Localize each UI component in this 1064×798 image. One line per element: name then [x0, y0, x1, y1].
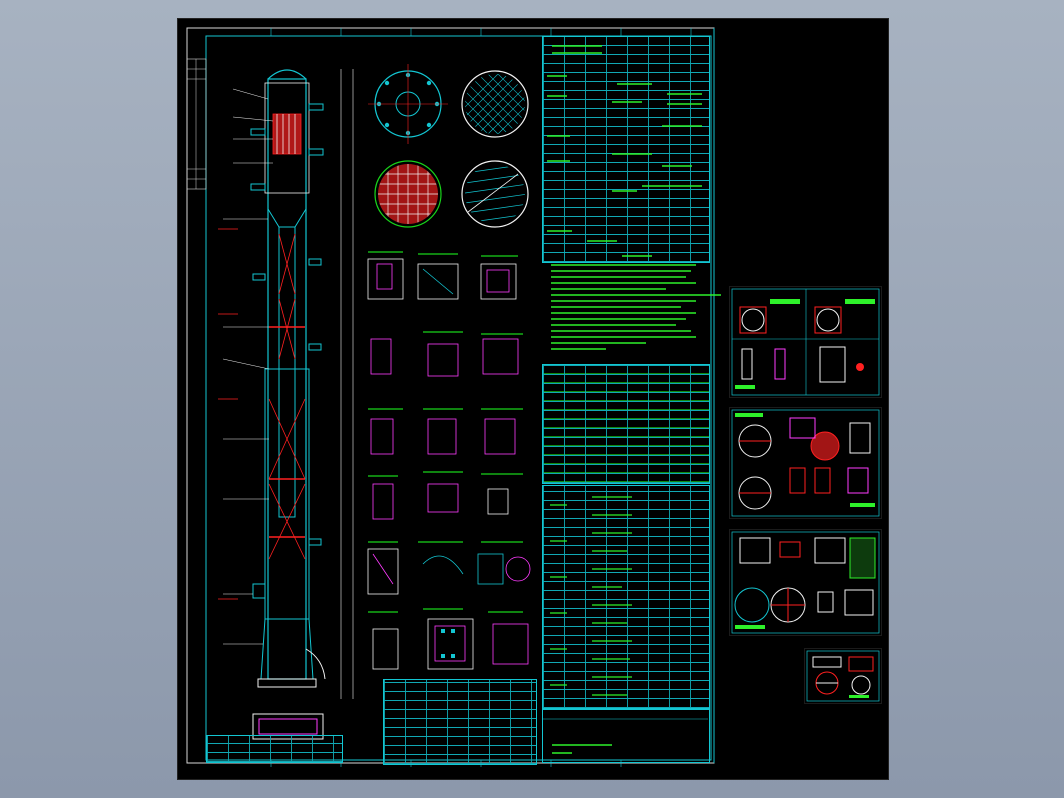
sheet-thumbnail-3[interactable] — [729, 407, 882, 519]
technical-requirements-notes — [551, 264, 721, 350]
sheet-thumbnail-5[interactable] — [804, 648, 882, 704]
sheet-4-preview — [731, 531, 880, 634]
main-drawing-sheet[interactable] — [177, 18, 889, 780]
sheet-3-preview — [731, 409, 880, 517]
title-block-lines — [542, 718, 708, 754]
sheet-thumbnail-4[interactable] — [729, 529, 882, 636]
sheet-5-preview — [806, 650, 880, 702]
technical-table-green-entries — [547, 45, 702, 257]
weld-detail-sections — [367, 251, 531, 670]
bom-green-entries — [550, 496, 632, 696]
flange-views — [368, 64, 529, 228]
parts-list-table-small — [206, 735, 343, 763]
sheet-2-preview — [731, 288, 880, 396]
parts-list-table-mid — [383, 679, 537, 765]
sheet-thumbnail-2[interactable] — [729, 286, 882, 398]
nozzle-schedule-table — [542, 364, 710, 484]
